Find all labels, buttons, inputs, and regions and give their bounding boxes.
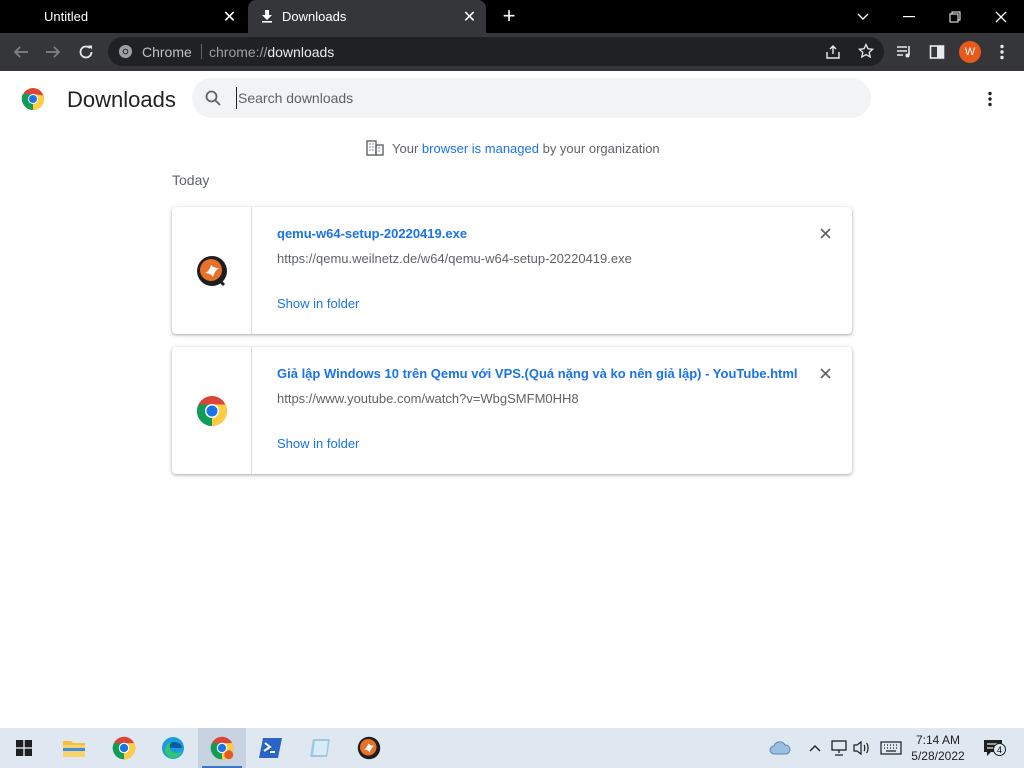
qemu-icon	[197, 256, 227, 287]
url-host: downloads	[267, 44, 335, 60]
forward-button[interactable]	[40, 39, 66, 65]
windows-logo-icon	[16, 740, 32, 756]
downloads-header: Downloads	[0, 71, 1024, 127]
show-in-folder-link[interactable]: Show in folder	[277, 436, 359, 451]
remove-button[interactable]	[817, 225, 833, 241]
tab-search-button[interactable]	[840, 0, 886, 33]
clock-date: 5/28/2022	[911, 749, 965, 763]
managed-link[interactable]: browser is managed	[422, 141, 539, 156]
reload-button[interactable]	[73, 39, 99, 65]
minimize-button[interactable]	[886, 0, 932, 33]
tab-label: Downloads	[282, 9, 347, 24]
onedrive-icon[interactable]	[768, 740, 792, 756]
close-icon	[995, 11, 1007, 22]
file-icon-column	[172, 347, 252, 474]
edge-icon	[162, 737, 184, 759]
chevron-down-icon	[857, 13, 869, 20]
separator	[201, 44, 202, 59]
download-item: Giả lập Windows 10 trên Qemu với VPS.(Qu…	[172, 347, 852, 474]
close-window-button[interactable]	[978, 0, 1024, 33]
show-in-folder-link[interactable]: Show in folder	[277, 296, 359, 311]
powershell-icon	[259, 738, 282, 758]
tab-strip: Untitled ✕ Downloads ✕ +	[0, 0, 1024, 33]
taskbar-file-explorer[interactable]	[50, 728, 98, 768]
side-panel-icon	[929, 45, 945, 59]
restore-icon	[949, 11, 961, 22]
download-icon	[262, 10, 272, 23]
app-window-icon	[310, 739, 330, 757]
menu-button[interactable]	[989, 39, 1015, 65]
file-name-link[interactable]: qemu-w64-setup-20220419.exe	[277, 226, 467, 241]
restore-button[interactable]	[932, 0, 978, 33]
clock[interactable]: 7:14 AM 5/28/2022	[906, 732, 970, 764]
taskbar-powershell[interactable]	[247, 728, 295, 768]
notification-center-button[interactable]: 4	[982, 740, 1006, 756]
file-icon-column	[172, 207, 252, 334]
side-panel-button[interactable]	[924, 39, 950, 65]
close-icon[interactable]: ✕	[221, 8, 238, 26]
taskbar-notepad-app[interactable]	[296, 728, 344, 768]
notification-badge: 4	[993, 743, 1006, 756]
network-icon[interactable]	[830, 740, 848, 756]
remove-button[interactable]	[817, 365, 833, 381]
reload-icon	[79, 45, 93, 59]
start-button[interactable]	[0, 728, 48, 768]
managed-notice: Your browser is managed by your organiza…	[366, 140, 660, 156]
qemu-icon	[357, 736, 381, 760]
close-icon[interactable]: ✕	[461, 8, 478, 26]
tab-untitled[interactable]: Untitled ✕	[0, 0, 246, 33]
taskbar-qemu[interactable]	[345, 728, 393, 768]
chrome-site-icon	[118, 44, 133, 59]
taskbar-chrome-profile[interactable]	[198, 728, 246, 768]
page-title: Downloads	[67, 87, 176, 112]
windows-taskbar: 7:14 AM 5/28/2022 4	[0, 728, 1024, 768]
reading-list-button[interactable]	[892, 39, 918, 65]
building-icon	[366, 140, 384, 156]
new-tab-button[interactable]: +	[498, 5, 520, 27]
url-text[interactable]: chrome://downloads	[209, 44, 334, 60]
date-group-label: Today	[172, 172, 210, 188]
back-button[interactable]	[8, 39, 34, 65]
chrome-icon	[112, 736, 136, 760]
folder-icon	[63, 741, 85, 757]
chrome-logo-icon	[21, 88, 45, 111]
more-vert-icon	[1000, 44, 1004, 60]
close-icon	[819, 227, 831, 239]
volume-icon[interactable]	[853, 740, 871, 756]
avatar[interactable]: W	[959, 41, 981, 63]
taskbar-edge[interactable]	[149, 728, 197, 768]
file-name-link[interactable]: Giả lập Windows 10 trên Qemu với VPS.(Qu…	[277, 366, 798, 381]
share-icon[interactable]	[825, 44, 841, 60]
minimize-icon	[903, 15, 915, 17]
chrome-icon	[197, 396, 227, 426]
more-vert-icon[interactable]	[988, 91, 992, 107]
site-label: Chrome	[142, 44, 192, 60]
download-item: qemu-w64-setup-20220419.exe https://qemu…	[172, 207, 852, 334]
search-box[interactable]	[192, 78, 871, 118]
keyboard-icon[interactable]	[879, 740, 903, 756]
url-scheme: chrome://	[209, 44, 268, 60]
search-icon	[205, 90, 221, 106]
address-bar[interactable]: Chrome chrome://downloads	[108, 37, 884, 66]
managed-suffix: by your organization	[542, 140, 660, 156]
chevron-up-icon[interactable]	[806, 740, 824, 756]
close-icon	[819, 367, 831, 379]
arrow-right-icon	[46, 46, 61, 58]
managed-prefix: Your	[392, 140, 419, 156]
arrow-left-icon	[13, 46, 28, 58]
bookmark-star-icon[interactable]	[858, 43, 874, 59]
file-url: https://qemu.weilnetz.de/w64/qemu-w64-se…	[277, 251, 632, 266]
file-url: https://www.youtube.com/watch?v=WbgSMFM0…	[277, 391, 579, 406]
taskbar-chrome[interactable]	[100, 728, 148, 768]
toolbar: Chrome chrome://downloads	[0, 33, 1024, 71]
chrome-icon	[210, 736, 234, 760]
media-list-icon	[897, 46, 910, 58]
search-input[interactable]	[236, 87, 836, 109]
clock-time: 7:14 AM	[915, 733, 961, 747]
tab-downloads[interactable]: Downloads ✕	[248, 0, 486, 33]
tab-label: Untitled	[44, 9, 89, 24]
